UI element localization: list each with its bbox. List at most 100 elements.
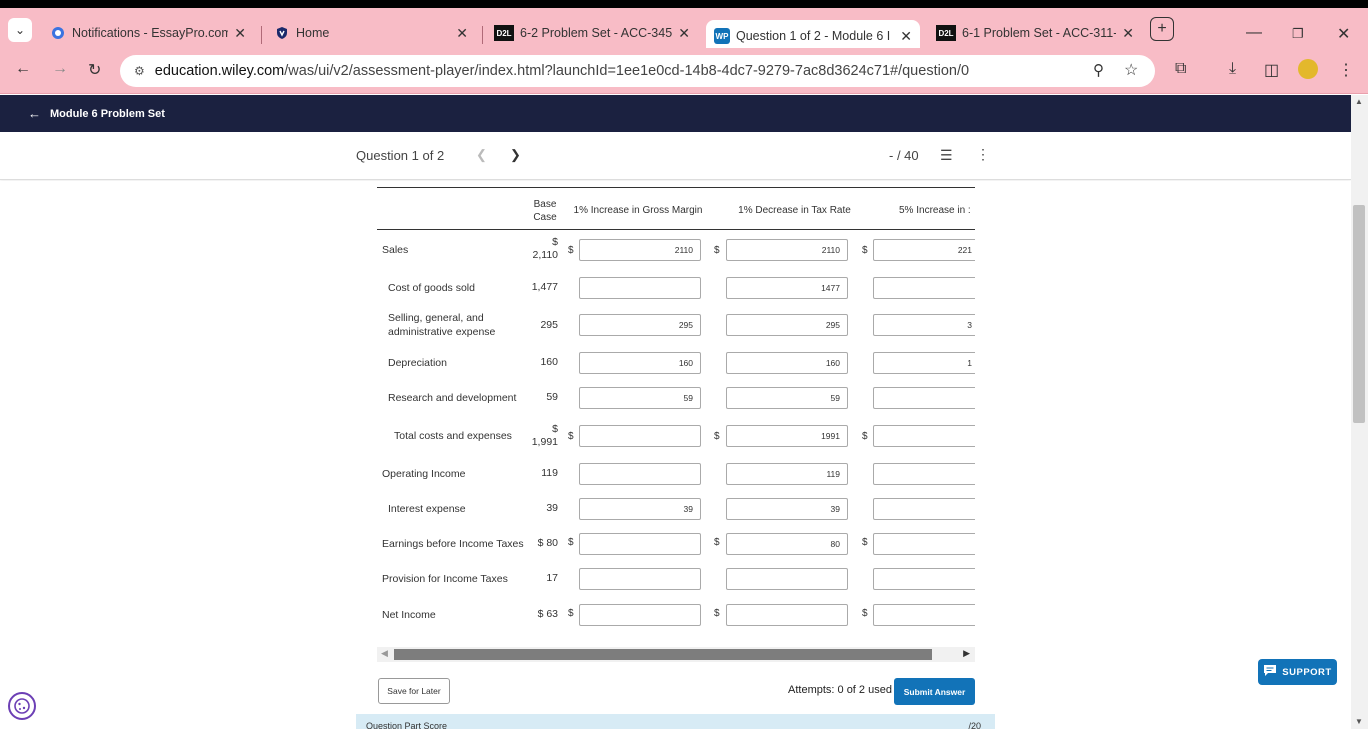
essaypro-favicon-icon [50, 25, 66, 41]
base-net-income: $ 63 [537, 608, 558, 620]
input-interest-tax-rate[interactable]: 39 [726, 498, 848, 520]
tab-title: 6-1 Problem Set - ACC-311- [962, 26, 1117, 40]
window-close-icon[interactable]: ✕ [1337, 24, 1350, 44]
input-sales-5pct[interactable]: 221 [873, 239, 975, 261]
page-vertical-scrollbar[interactable]: ▲ ▼ [1351, 95, 1368, 729]
input-rnd-5pct[interactable] [873, 387, 975, 409]
close-icon[interactable]: ✕ [678, 25, 690, 42]
tab-d2l-6-2[interactable]: D2L 6-2 Problem Set - ACC-345- ✕ [486, 18, 698, 48]
header-divider [377, 229, 975, 230]
row-label-total-costs: Total costs and expenses [394, 430, 512, 442]
input-sales-tax-rate[interactable]: 2110 [726, 239, 848, 261]
zoom-icon[interactable]: ⚲ [1093, 61, 1104, 79]
input-operating-income-gross-margin[interactable] [579, 463, 701, 485]
header-line: Case [533, 212, 557, 223]
tab-separator [482, 26, 483, 44]
tab-essaypro[interactable]: Notifications - EssayPro.com ✕ [42, 18, 254, 48]
forward-arrow-icon[interactable]: → [52, 60, 68, 78]
previous-question-chevron-icon[interactable]: ❮ [476, 147, 487, 163]
download-icon[interactable]: ⤓ [1229, 60, 1236, 78]
input-total-costs-5pct[interactable] [873, 425, 975, 447]
scroll-left-arrow-icon[interactable]: ◀ [381, 648, 388, 659]
input-net-income-tax-rate[interactable] [726, 604, 848, 626]
input-net-income-5pct[interactable] [873, 604, 975, 626]
dollar-sign: $ [862, 245, 868, 256]
close-icon[interactable]: ✕ [1122, 25, 1134, 42]
base-provision: 17 [546, 572, 558, 584]
input-cogs-5pct[interactable] [873, 277, 975, 299]
part-score-value: /20 [968, 721, 981, 729]
new-tab-plus-icon[interactable]: + [1150, 17, 1174, 41]
base-ebt: $ 80 [537, 537, 558, 549]
input-net-income-gross-margin[interactable] [579, 604, 701, 626]
scroll-up-arrow-icon[interactable]: ▲ [1355, 97, 1363, 106]
input-interest-gross-margin[interactable]: 39 [579, 498, 701, 520]
d2l-favicon-icon: D2L [936, 25, 956, 41]
input-sales-gross-margin[interactable]: 2110 [579, 239, 701, 261]
site-settings-icon[interactable]: ⚙ [134, 64, 145, 78]
question-navigation-bar: Question 1 of 2 ❮ ❯ - / 40 ☰ ⋮ [0, 132, 1351, 180]
scrollbar-thumb[interactable] [1353, 205, 1365, 423]
restore-icon[interactable]: ❐ [1292, 26, 1304, 42]
reload-icon[interactable]: ↻ [88, 60, 101, 80]
browser-menu-icon[interactable]: ⋮ [1338, 60, 1354, 80]
back-arrow-icon[interactable]: ← [28, 106, 41, 121]
input-ebt-5pct[interactable] [873, 533, 975, 555]
extensions-icon[interactable]: ⧉ [1175, 60, 1186, 78]
input-rnd-tax-rate[interactable]: 59 [726, 387, 848, 409]
table-horizontal-scrollbar[interactable]: ◀ ▶ [377, 647, 975, 662]
dollar-sign: $ [714, 537, 720, 548]
input-provision-5pct[interactable] [873, 568, 975, 590]
input-sga-gross-margin[interactable]: 295 [579, 314, 701, 336]
minimize-icon[interactable]: — [1246, 24, 1262, 42]
close-icon[interactable]: ✕ [900, 28, 912, 45]
input-rnd-gross-margin[interactable]: 59 [579, 387, 701, 409]
save-for-later-button[interactable]: Save for Later [378, 678, 450, 704]
window-top-strip [0, 0, 1368, 8]
support-button[interactable]: SUPPORT [1258, 659, 1337, 685]
input-sga-5pct[interactable]: 3 [873, 314, 975, 336]
more-options-icon[interactable]: ⋮ [976, 146, 990, 163]
profile-avatar[interactable] [1298, 59, 1318, 79]
back-arrow-icon[interactable]: ← [15, 60, 31, 78]
input-provision-gross-margin[interactable] [579, 568, 701, 590]
close-icon[interactable]: ✕ [456, 25, 468, 42]
chat-bubble-icon [1263, 664, 1277, 680]
base-rnd: 59 [546, 391, 558, 403]
input-sga-tax-rate[interactable]: 295 [726, 314, 848, 336]
tab-title: Question 1 of 2 - Module 6 I [736, 29, 891, 43]
bookmark-star-icon[interactable]: ☆ [1124, 60, 1138, 80]
input-cogs-gross-margin[interactable] [579, 277, 701, 299]
base-operating-income: 119 [541, 467, 558, 479]
input-interest-5pct[interactable] [873, 498, 975, 520]
scroll-down-arrow-icon[interactable]: ▼ [1355, 717, 1363, 726]
question-title: Question 1 of 2 [356, 148, 445, 163]
input-depreciation-tax-rate[interactable]: 160 [726, 352, 848, 374]
scroll-right-arrow-icon[interactable]: ▶ [963, 648, 970, 659]
input-cogs-tax-rate[interactable]: 1477 [726, 277, 848, 299]
input-provision-tax-rate[interactable] [726, 568, 848, 590]
close-icon[interactable]: ✕ [234, 25, 246, 42]
wileyplus-favicon-icon: WP [714, 28, 730, 44]
column-header-gross-margin: 1% Increase in Gross Margin [573, 205, 703, 216]
module-title-link[interactable]: Module 6 Problem Set [50, 108, 165, 120]
input-total-costs-tax-rate[interactable]: 1991 [726, 425, 848, 447]
input-total-costs-gross-margin[interactable] [579, 425, 701, 447]
tab-d2l-6-1[interactable]: D2L 6-1 Problem Set - ACC-311- ✕ [928, 18, 1142, 48]
tab-bar: ⌄ Notifications - EssayPro.com ✕ Home ✕ … [0, 8, 1368, 52]
side-panel-icon[interactable]: ◫ [1264, 60, 1279, 80]
cookie-settings-icon[interactable] [8, 692, 36, 720]
tab-search-chevron-icon[interactable]: ⌄ [8, 18, 32, 42]
scrollbar-thumb[interactable] [394, 649, 932, 660]
input-operating-income-tax-rate[interactable]: 119 [726, 463, 848, 485]
submit-answer-button[interactable]: Submit Answer [894, 678, 975, 705]
input-depreciation-gross-margin[interactable]: 160 [579, 352, 701, 374]
url-bar[interactable]: ⚙ education.wiley.com/was/ui/v2/assessme… [120, 55, 1155, 87]
input-operating-income-5pct[interactable] [873, 463, 975, 485]
next-question-chevron-icon[interactable]: ❯ [510, 147, 521, 163]
input-ebt-gross-margin[interactable] [579, 533, 701, 555]
input-ebt-tax-rate[interactable]: 80 [726, 533, 848, 555]
tab-home[interactable]: Home ✕ [266, 18, 476, 48]
question-list-icon[interactable]: ☰ [940, 147, 953, 164]
input-depreciation-5pct[interactable]: 1 [873, 352, 975, 374]
